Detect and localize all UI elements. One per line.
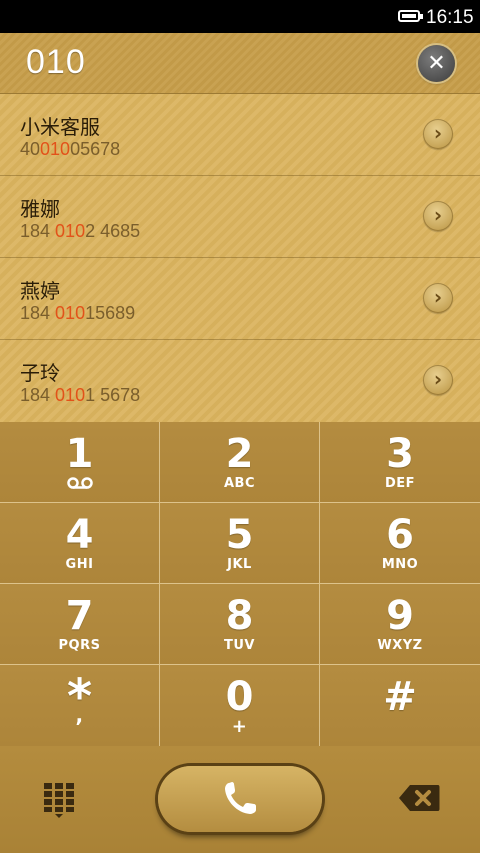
key-6[interactable]: 6 MNO [320,503,480,584]
contact-number: 184 0101 5678 [20,385,141,405]
dialer-action-bar [0,746,480,853]
chevron-right-icon: › [433,285,443,309]
key-7[interactable]: 7 PQRS [0,584,160,665]
backspace-icon [399,785,440,811]
keypad-toggle-button[interactable] [42,781,76,819]
call-button[interactable] [158,766,322,832]
contact-detail-button[interactable]: › [423,201,453,231]
contact-detail-button[interactable]: › [423,119,453,149]
matched-digits: 010 [55,221,86,241]
voicemail-icon [0,476,159,495]
contact-row[interactable]: 燕婷 184 01015689 › [0,258,480,340]
key-9[interactable]: 9 WXYZ [320,584,480,665]
contact-number: 4001005678 [20,139,121,159]
contact-detail-button[interactable]: › [423,283,453,313]
contact-name: 子玲 [20,361,60,385]
contact-number: 184 0102 4685 [20,221,141,241]
key-1[interactable]: 1 [0,422,160,503]
chevron-right-icon: › [433,203,443,227]
contact-name: 燕婷 [20,279,60,303]
dialed-number: 010 [26,43,86,81]
battery-icon [398,10,423,22]
close-icon: ✕ [427,51,446,76]
contact-name: 雅娜 [20,197,60,221]
key-8[interactable]: 8 TUV [160,584,320,665]
key-star[interactable]: *, [0,665,160,746]
phone-icon [225,782,256,814]
key-hash[interactable]: # [320,665,480,746]
key-0[interactable]: 0 + [160,665,320,746]
matched-digits: 010 [40,139,71,159]
matched-digits: 010 [55,385,86,405]
chevron-right-icon: › [433,367,443,391]
clear-number-button[interactable]: ✕ [418,45,455,82]
key-4[interactable]: 4 GHI [0,503,160,584]
keypad-grid-icon [44,783,74,818]
dial-pad: 1 2 ABC 3 DEF 4 GHI 5 JKL 6 MNO 7 PQRS 8 TUV 9W… [0,422,480,746]
contact-name: 小米客服 [20,115,100,139]
contact-detail-button[interactable]: › [423,365,453,395]
key-5[interactable]: 5 JKL [160,503,320,584]
contact-match-list: 小米客服 4001005678 › 雅娜 184 0102 4685 › 燕婷 … [0,94,480,422]
contact-row[interactable]: 雅娜 184 0102 4685 › [0,176,480,258]
chevron-right-icon: › [433,121,443,145]
key-3[interactable]: 3 DEF [320,422,480,503]
contact-number: 184 01015689 [20,303,136,323]
matched-digits: 010 [55,303,86,323]
contact-row[interactable]: 子玲 184 0101 5678 › [0,340,480,422]
dialed-number-bar: 010 ✕ [0,33,480,94]
backspace-button[interactable] [398,784,440,816]
status-bar: 16:15 [0,0,480,33]
key-2[interactable]: 2 ABC [160,422,320,503]
status-time: 16:15 [426,7,474,28]
contact-row[interactable]: 小米客服 4001005678 › [0,94,480,176]
